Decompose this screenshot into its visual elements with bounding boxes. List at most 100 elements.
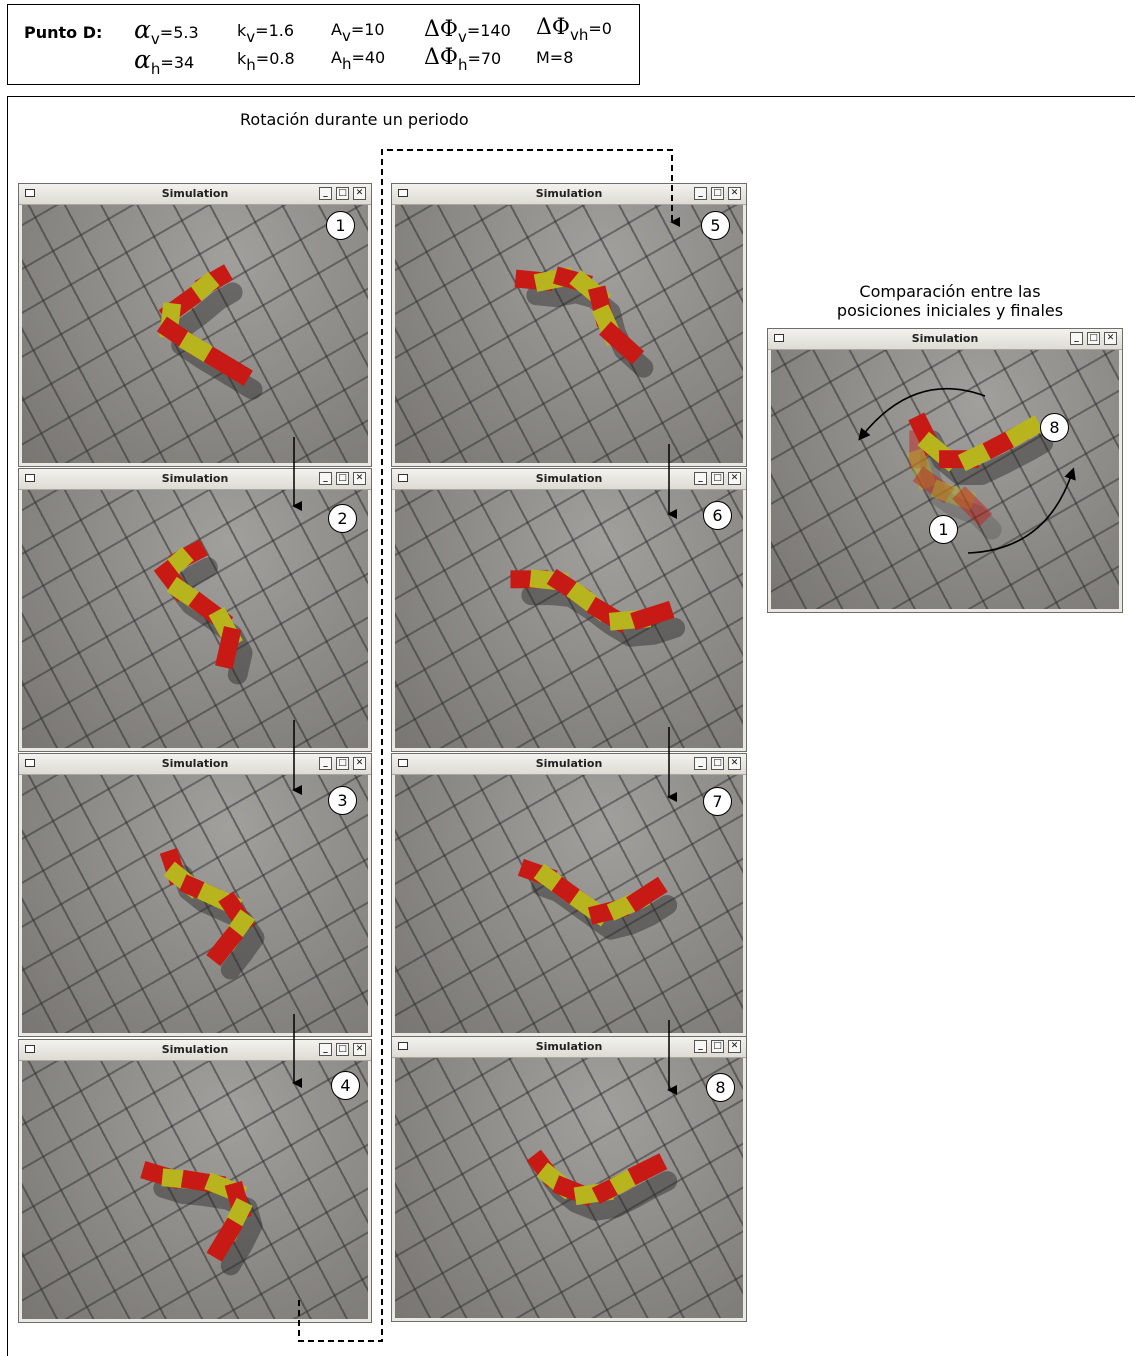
param-a-v: Av=10 bbox=[331, 20, 385, 45]
close-button[interactable]: ✕ bbox=[353, 1043, 366, 1056]
step-badge-4: 4 bbox=[331, 1071, 360, 1100]
snake-robot bbox=[517, 858, 678, 940]
param-k-h: kh=0.8 bbox=[237, 49, 295, 74]
window-title: Simulation bbox=[535, 757, 603, 770]
simulation-window-step-7[interactable]: Simulation _ □ ✕ bbox=[391, 753, 747, 1037]
simulation-window-step-4[interactable]: Simulation _ □ ✕ bbox=[18, 1039, 372, 1323]
param-dphi-vh: ΔΦvh=0 bbox=[536, 15, 612, 44]
comparison-caption: Comparación entre las posiciones inicial… bbox=[780, 282, 1120, 320]
window-titlebar[interactable]: Simulation _ □ ✕ bbox=[19, 469, 371, 490]
step-badge-2: 2 bbox=[328, 504, 357, 533]
window-titlebar[interactable]: Simulation _ □ ✕ bbox=[19, 754, 371, 775]
snake-module bbox=[215, 626, 242, 670]
simulation-window-step-1[interactable]: Simulation _ □ ✕ bbox=[18, 183, 372, 467]
minimize-button[interactable]: _ bbox=[694, 757, 707, 770]
simulation-viewport[interactable] bbox=[22, 775, 368, 1033]
maximize-button[interactable]: □ bbox=[1087, 332, 1100, 345]
window-title: Simulation bbox=[535, 187, 603, 200]
simulation-viewport[interactable] bbox=[395, 205, 743, 463]
window-titlebar[interactable]: Simulation _ □ ✕ bbox=[19, 1040, 371, 1061]
simulation-window-step-5[interactable]: Simulation _ □ ✕ bbox=[391, 183, 747, 467]
close-button[interactable]: ✕ bbox=[728, 187, 741, 200]
window-titlebar[interactable]: Simulation _ □ ✕ bbox=[392, 1037, 746, 1058]
comparison-caption-line2: posiciones iniciales y finales bbox=[836, 301, 1064, 320]
maximize-button[interactable]: □ bbox=[711, 757, 724, 770]
close-button[interactable]: ✕ bbox=[728, 472, 741, 485]
snake-robot bbox=[514, 266, 654, 378]
close-button[interactable]: ✕ bbox=[1104, 332, 1117, 345]
maximize-button[interactable]: □ bbox=[711, 187, 724, 200]
window-title: Simulation bbox=[535, 1040, 603, 1053]
snake-module bbox=[952, 486, 993, 527]
snake-robot bbox=[526, 1149, 678, 1221]
maximize-button[interactable]: □ bbox=[336, 757, 349, 770]
snake-module bbox=[1005, 415, 1044, 448]
snake-module bbox=[630, 600, 675, 631]
close-button[interactable]: ✕ bbox=[353, 472, 366, 485]
maximize-button[interactable]: □ bbox=[336, 1043, 349, 1056]
maximize-button[interactable]: □ bbox=[711, 472, 724, 485]
window-titlebar[interactable]: Simulation _ □ ✕ bbox=[19, 184, 371, 205]
simulation-viewport[interactable] bbox=[395, 490, 743, 748]
minimize-button[interactable]: _ bbox=[694, 472, 707, 485]
comparison-caption-line1: Comparación entre las bbox=[859, 282, 1041, 301]
minimize-button[interactable]: _ bbox=[319, 1043, 332, 1056]
snake-module bbox=[206, 1217, 243, 1262]
simulation-viewport[interactable] bbox=[22, 1061, 368, 1319]
close-button[interactable]: ✕ bbox=[353, 757, 366, 770]
simulation-window-step-6[interactable]: Simulation _ □ ✕ bbox=[391, 468, 747, 752]
simulation-window-step-2[interactable]: Simulation _ □ ✕ bbox=[18, 468, 372, 752]
simulation-window-comparison[interactable]: Simulation _ □ ✕ bbox=[767, 328, 1123, 613]
simulation-viewport[interactable] bbox=[395, 1058, 743, 1318]
param-m: M=8 bbox=[536, 48, 574, 67]
simulation-viewport[interactable] bbox=[22, 490, 368, 748]
param-dphi-h: ΔΦh=70 bbox=[424, 45, 502, 74]
maximize-button[interactable]: □ bbox=[336, 187, 349, 200]
simulation-window-step-8[interactable]: Simulation _ □ ✕ bbox=[391, 1036, 747, 1322]
close-button[interactable]: ✕ bbox=[728, 1040, 741, 1053]
simulation-viewport[interactable] bbox=[771, 350, 1119, 609]
comparison-end-badge: 8 bbox=[1040, 413, 1069, 442]
rotation-caption: Rotación durante un periodo bbox=[240, 110, 469, 129]
snake-robot bbox=[159, 848, 265, 980]
step-badge-5: 5 bbox=[701, 211, 730, 240]
window-titlebar[interactable]: Simulation _ □ ✕ bbox=[392, 184, 746, 205]
minimize-button[interactable]: _ bbox=[1070, 332, 1083, 345]
snake-robot bbox=[153, 539, 253, 685]
simulation-window-step-3[interactable]: Simulation _ □ ✕ bbox=[18, 753, 372, 1037]
minimize-button[interactable]: _ bbox=[319, 472, 332, 485]
snake-robot bbox=[140, 1161, 263, 1276]
minimize-button[interactable]: _ bbox=[319, 187, 332, 200]
maximize-button[interactable]: □ bbox=[336, 472, 349, 485]
snake-module bbox=[206, 926, 244, 967]
snake-robot bbox=[156, 264, 263, 400]
snake-module bbox=[627, 1153, 668, 1186]
point-label: Punto D: bbox=[24, 23, 103, 42]
minimize-button[interactable]: _ bbox=[694, 187, 707, 200]
window-titlebar[interactable]: Simulation _ □ ✕ bbox=[392, 754, 746, 775]
simulation-viewport[interactable] bbox=[395, 775, 743, 1033]
window-titlebar[interactable]: Simulation _ □ ✕ bbox=[392, 469, 746, 490]
snake-robot bbox=[906, 412, 1054, 540]
step-badge-6: 6 bbox=[703, 501, 732, 530]
window-titlebar[interactable]: Simulation _ □ ✕ bbox=[768, 329, 1122, 350]
param-alpha-v: αv=5.3 bbox=[134, 15, 199, 48]
window-title: Simulation bbox=[535, 472, 603, 485]
comparison-start-badge: 1 bbox=[929, 515, 958, 544]
close-button[interactable]: ✕ bbox=[728, 757, 741, 770]
minimize-button[interactable]: _ bbox=[694, 1040, 707, 1053]
simulation-viewport[interactable] bbox=[22, 205, 368, 463]
param-dphi-v: ΔΦv=140 bbox=[424, 17, 511, 46]
parameter-box: Punto D: αv=5.3 αh=34 kv=1.6 kh=0.8 Av=1… bbox=[7, 4, 640, 85]
step-badge-8: 8 bbox=[706, 1073, 735, 1102]
step-badge-7: 7 bbox=[703, 787, 732, 816]
step-badge-1: 1 bbox=[326, 211, 355, 240]
close-button[interactable]: ✕ bbox=[353, 187, 366, 200]
param-k-v: kv=1.6 bbox=[237, 21, 295, 46]
step-badge-3: 3 bbox=[328, 786, 357, 815]
snake-module bbox=[626, 876, 668, 913]
param-alpha-h: αh=34 bbox=[134, 45, 195, 78]
window-title: Simulation bbox=[911, 332, 979, 345]
maximize-button[interactable]: □ bbox=[711, 1040, 724, 1053]
minimize-button[interactable]: _ bbox=[319, 757, 332, 770]
